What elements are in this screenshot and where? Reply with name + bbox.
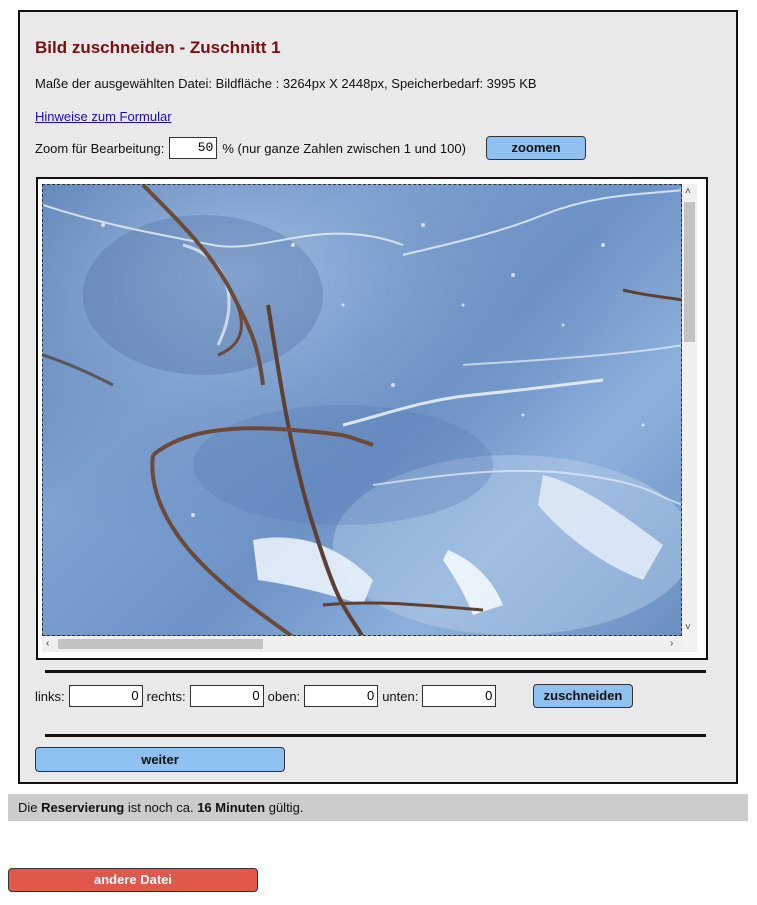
- crop-bottom-label: unten:: [382, 688, 419, 704]
- zoom-suffix: % (nur ganze Zahlen zwischen 1 und 100): [222, 140, 466, 156]
- crop-top-label: oben:: [267, 688, 301, 704]
- crop-right-input[interactable]: [189, 685, 264, 707]
- scroll-down-icon[interactable]: ˅: [685, 622, 691, 634]
- crop-top-input[interactable]: [304, 685, 379, 707]
- ice-photo-drawing: [43, 185, 681, 635]
- vertical-scroll-thumb[interactable]: [684, 202, 695, 342]
- scroll-left-icon[interactable]: ‹: [46, 638, 49, 650]
- zoom-row: Zoom für Bearbeitung: % (nur ganze Zahle…: [35, 137, 466, 159]
- photo-ice-icon[interactable]: [42, 184, 682, 636]
- form-hints-link[interactable]: Hinweise zum Formular: [35, 109, 172, 124]
- divider: [45, 670, 706, 673]
- status-middle: ist noch ca.: [124, 800, 198, 815]
- horizontal-scroll-thumb[interactable]: [58, 639, 263, 649]
- image-viewer: ˄ ˅ ‹ ›: [36, 177, 708, 660]
- scroll-up-icon[interactable]: ˄: [685, 186, 691, 198]
- crop-bottom-input[interactable]: [422, 685, 497, 707]
- reservation-status: Die Reservierung ist noch ca. 16 Minuten…: [8, 794, 748, 821]
- zoom-button[interactable]: zoomen: [486, 136, 586, 160]
- crop-row: links: rechts: oben: unten:: [35, 685, 500, 707]
- crop-button[interactable]: zuschneiden: [533, 684, 633, 708]
- other-file-button[interactable]: andere Datei: [8, 868, 258, 892]
- divider: [45, 734, 706, 737]
- crop-panel: Bild zuschneiden - Zuschnitt 1 Maße der …: [18, 10, 738, 784]
- crop-right-label: rechts:: [146, 688, 186, 704]
- page-title: Bild zuschneiden - Zuschnitt 1: [35, 38, 281, 57]
- horizontal-scrollbar[interactable]: ‹ ›: [42, 636, 682, 652]
- image-scroll-area[interactable]: ˄ ˅ ‹ ›: [42, 184, 697, 652]
- file-info: Maße der ausgewählten Datei: Bildfläche …: [35, 76, 537, 91]
- zoom-input[interactable]: [169, 137, 218, 159]
- status-suffix: gültig.: [265, 800, 304, 815]
- vertical-scrollbar[interactable]: ˄ ˅: [682, 184, 697, 636]
- scroll-right-icon[interactable]: ›: [670, 638, 673, 650]
- crop-left-input[interactable]: [68, 685, 143, 707]
- crop-left-label: links:: [35, 688, 65, 704]
- next-button[interactable]: weiter: [35, 747, 285, 772]
- status-reservation: Reservierung: [41, 800, 125, 815]
- status-minutes: 16 Minuten: [197, 800, 266, 815]
- status-prefix: Die: [18, 800, 42, 815]
- zoom-label: Zoom für Bearbeitung:: [35, 140, 165, 156]
